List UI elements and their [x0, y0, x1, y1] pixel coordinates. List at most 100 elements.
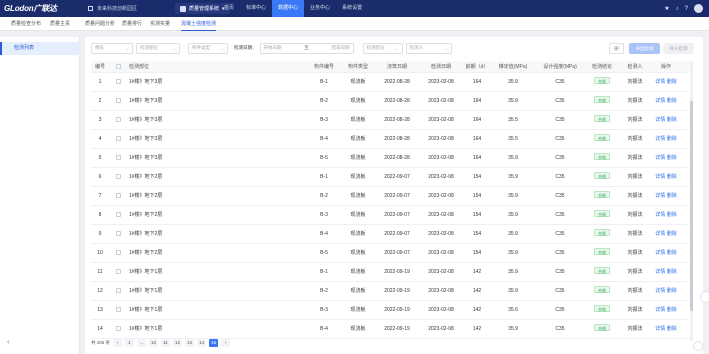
cell-select[interactable] [109, 73, 127, 92]
cell-select[interactable] [109, 168, 127, 187]
row-checkbox[interactable] [115, 231, 121, 236]
export-button[interactable]: 导出检测 [629, 43, 660, 54]
cell-select[interactable] [109, 92, 127, 111]
delete-link[interactable]: 删除 [667, 193, 677, 199]
detail-link[interactable]: 详情 [655, 98, 665, 104]
star-icon[interactable]: ★ [664, 5, 669, 12]
row-checkbox[interactable] [115, 98, 121, 103]
delete-link[interactable]: 删除 [667, 136, 677, 142]
detail-link[interactable]: 详情 [655, 307, 665, 313]
page-15[interactable]: 15 [209, 339, 219, 347]
row-checkbox[interactable] [115, 193, 121, 198]
tab-quality-distribution[interactable]: 质量检查分布 [11, 17, 41, 31]
date-range-picker[interactable]: 开始日期 至 结束日期 [259, 42, 354, 54]
next-page-button[interactable]: › [221, 339, 231, 347]
scrollbar-thumb[interactable] [690, 101, 693, 311]
row-checkbox[interactable] [115, 250, 121, 255]
delete-link[interactable]: 删除 [667, 326, 677, 332]
detail-link[interactable]: 详情 [655, 250, 665, 256]
tab-ranking[interactable]: 质量排行 [122, 17, 142, 31]
delete-link[interactable]: 删除 [667, 269, 677, 275]
cell-select[interactable] [109, 301, 127, 320]
detail-link[interactable]: 详情 [655, 79, 665, 85]
row-checkbox[interactable] [115, 326, 121, 331]
nav-business[interactable]: 业务中心 [304, 0, 336, 17]
row-checkbox[interactable] [115, 212, 121, 217]
row-checkbox[interactable] [115, 117, 121, 122]
sidebar-item-detection-list[interactable]: 检测列表 [0, 42, 80, 55]
delete-link[interactable]: 删除 [667, 231, 677, 237]
cell-select[interactable] [109, 149, 127, 168]
float-help-button[interactable] [693, 341, 703, 351]
cell-select[interactable] [109, 225, 127, 244]
delete-link[interactable]: 删除 [667, 79, 677, 85]
row-checkbox[interactable] [115, 269, 121, 274]
floor-select[interactable]: 检测部位 ⌄ [136, 42, 180, 54]
page-12[interactable]: 12 [173, 339, 183, 347]
detail-link[interactable]: 详情 [655, 288, 665, 294]
delete-link[interactable]: 删除 [667, 250, 677, 256]
component-select[interactable]: 构件类型 ⌄ [188, 42, 228, 54]
tab-issue-analysis[interactable]: 质量问题分析 [85, 17, 115, 31]
row-checkbox[interactable] [115, 174, 121, 179]
prev-page-button[interactable]: ‹ [113, 339, 123, 347]
detail-link[interactable]: 详情 [655, 326, 665, 332]
cell-select[interactable] [109, 320, 127, 339]
row-checkbox[interactable] [115, 288, 121, 293]
row-checkbox[interactable] [115, 136, 121, 141]
detail-link[interactable]: 详情 [655, 117, 665, 123]
project-selector[interactable]: 未来科技创新园区 [88, 5, 137, 12]
tab-concrete-strength[interactable]: 混凝土强度检测 [181, 17, 217, 31]
help-icon[interactable]: ? [685, 6, 688, 12]
nav-standard[interactable]: 标准中心 [240, 0, 272, 17]
page-1[interactable]: 1 [125, 339, 135, 347]
bell-icon[interactable]: ♪ [676, 6, 679, 12]
start-date[interactable]: 开始日期 [264, 45, 282, 51]
result-select[interactable]: 检测结论 ⌄ [362, 42, 403, 54]
cell-select[interactable] [109, 187, 127, 206]
row-checkbox[interactable] [115, 79, 121, 84]
building-select[interactable]: 楼栋 ⌄ [91, 42, 133, 54]
col-select[interactable] [109, 61, 127, 73]
row-checkbox[interactable] [115, 155, 121, 160]
delete-button[interactable]: 删 [609, 43, 624, 54]
detail-link[interactable]: 详情 [655, 212, 665, 218]
cell-select[interactable] [109, 282, 127, 301]
end-date[interactable]: 结束日期 [332, 45, 350, 51]
page-14[interactable]: 14 [197, 339, 207, 347]
page-ellipsis[interactable]: ... [137, 339, 147, 347]
page-13[interactable]: 13 [185, 339, 195, 347]
page-11[interactable]: 11 [161, 339, 171, 347]
delete-link[interactable]: 删除 [667, 307, 677, 313]
detail-link[interactable]: 详情 [655, 136, 665, 142]
import-button[interactable]: 导入检测 [663, 43, 694, 54]
cell-select[interactable] [109, 263, 127, 282]
person-select[interactable]: 检测人 ⌄ [405, 42, 452, 54]
detail-link[interactable]: 详情 [655, 193, 665, 199]
detail-link[interactable]: 详情 [655, 269, 665, 275]
avatar[interactable] [694, 4, 703, 13]
delete-link[interactable]: 删除 [667, 288, 677, 294]
page-10[interactable]: 10 [149, 339, 159, 347]
nav-data[interactable]: 数据中心 [272, 0, 305, 17]
float-button[interactable] [700, 291, 709, 303]
cell-select[interactable] [109, 130, 127, 149]
delete-link[interactable]: 删除 [667, 212, 677, 218]
select-all-checkbox[interactable] [115, 64, 121, 69]
detail-link[interactable]: 详情 [655, 231, 665, 237]
delete-link[interactable]: 删除 [667, 98, 677, 104]
nav-home[interactable]: 首页 [218, 0, 240, 17]
delete-link[interactable]: 删除 [667, 174, 677, 180]
tab-quality-responsibility[interactable]: 质量主责 [50, 17, 70, 31]
row-checkbox[interactable] [115, 307, 121, 312]
detail-link[interactable]: 详情 [655, 174, 665, 180]
cell-select[interactable] [109, 244, 127, 263]
cell-select[interactable] [109, 111, 127, 130]
detail-link[interactable]: 详情 [655, 155, 665, 161]
nav-settings[interactable]: 系统设置 [336, 0, 368, 17]
cell-select[interactable] [109, 206, 127, 225]
tab-measurement[interactable]: 实测实量 [150, 17, 170, 31]
delete-link[interactable]: 删除 [667, 117, 677, 123]
table-scrollbar[interactable] [690, 61, 693, 341]
delete-link[interactable]: 删除 [667, 155, 677, 161]
